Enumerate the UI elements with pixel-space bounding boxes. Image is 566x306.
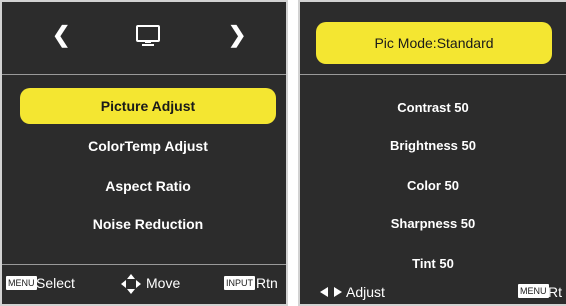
divider (2, 74, 286, 75)
adjust-hint: Adjust (346, 284, 385, 300)
menu-key-badge: MENU (6, 276, 37, 290)
select-hint: Select (36, 275, 75, 291)
chevron-left-icon[interactable]: ❮ (52, 24, 70, 46)
pic-mode-button[interactable]: Pic Mode:Standard (316, 22, 552, 64)
menu-key-badge: MENU (518, 284, 549, 298)
menu-item-colortemp-adjust[interactable]: ColorTemp Adjust (20, 128, 276, 164)
sharpness-setting[interactable]: Sharpness 50 (300, 216, 566, 231)
contrast-setting[interactable]: Contrast 50 (300, 100, 566, 115)
move-hint: Move (146, 275, 181, 291)
monitor-icon (136, 25, 160, 46)
menu-nav-bar: ❮ ❯ (2, 2, 286, 74)
divider (300, 74, 566, 75)
picture-settings-panel: Pic Mode:Standard Contrast 50 Brightness… (298, 0, 566, 306)
move-arrows-icon (121, 274, 141, 294)
menu-item-noise-reduction[interactable]: Noise Reduction (20, 206, 276, 242)
chevron-right-icon[interactable]: ❯ (228, 24, 246, 46)
return-hint: Rt (548, 284, 562, 300)
menu-footer: MENU Select Move INPUT Rtn (2, 264, 286, 306)
main-menu-panel: ❮ ❯ Picture Adjust ColorTemp Adjust Aspe… (0, 0, 288, 306)
tint-setting[interactable]: Tint 50 (300, 256, 566, 271)
settings-footer: Adjust MENU Rt (300, 280, 566, 304)
menu-item-aspect-ratio[interactable]: Aspect Ratio (20, 168, 276, 204)
input-key-badge: INPUT (224, 276, 255, 290)
left-right-arrows-icon (320, 287, 342, 297)
color-setting[interactable]: Color 50 (300, 178, 566, 193)
return-hint: Rtn (256, 275, 278, 291)
brightness-setting[interactable]: Brightness 50 (300, 138, 566, 153)
menu-item-picture-adjust[interactable]: Picture Adjust (20, 88, 276, 124)
